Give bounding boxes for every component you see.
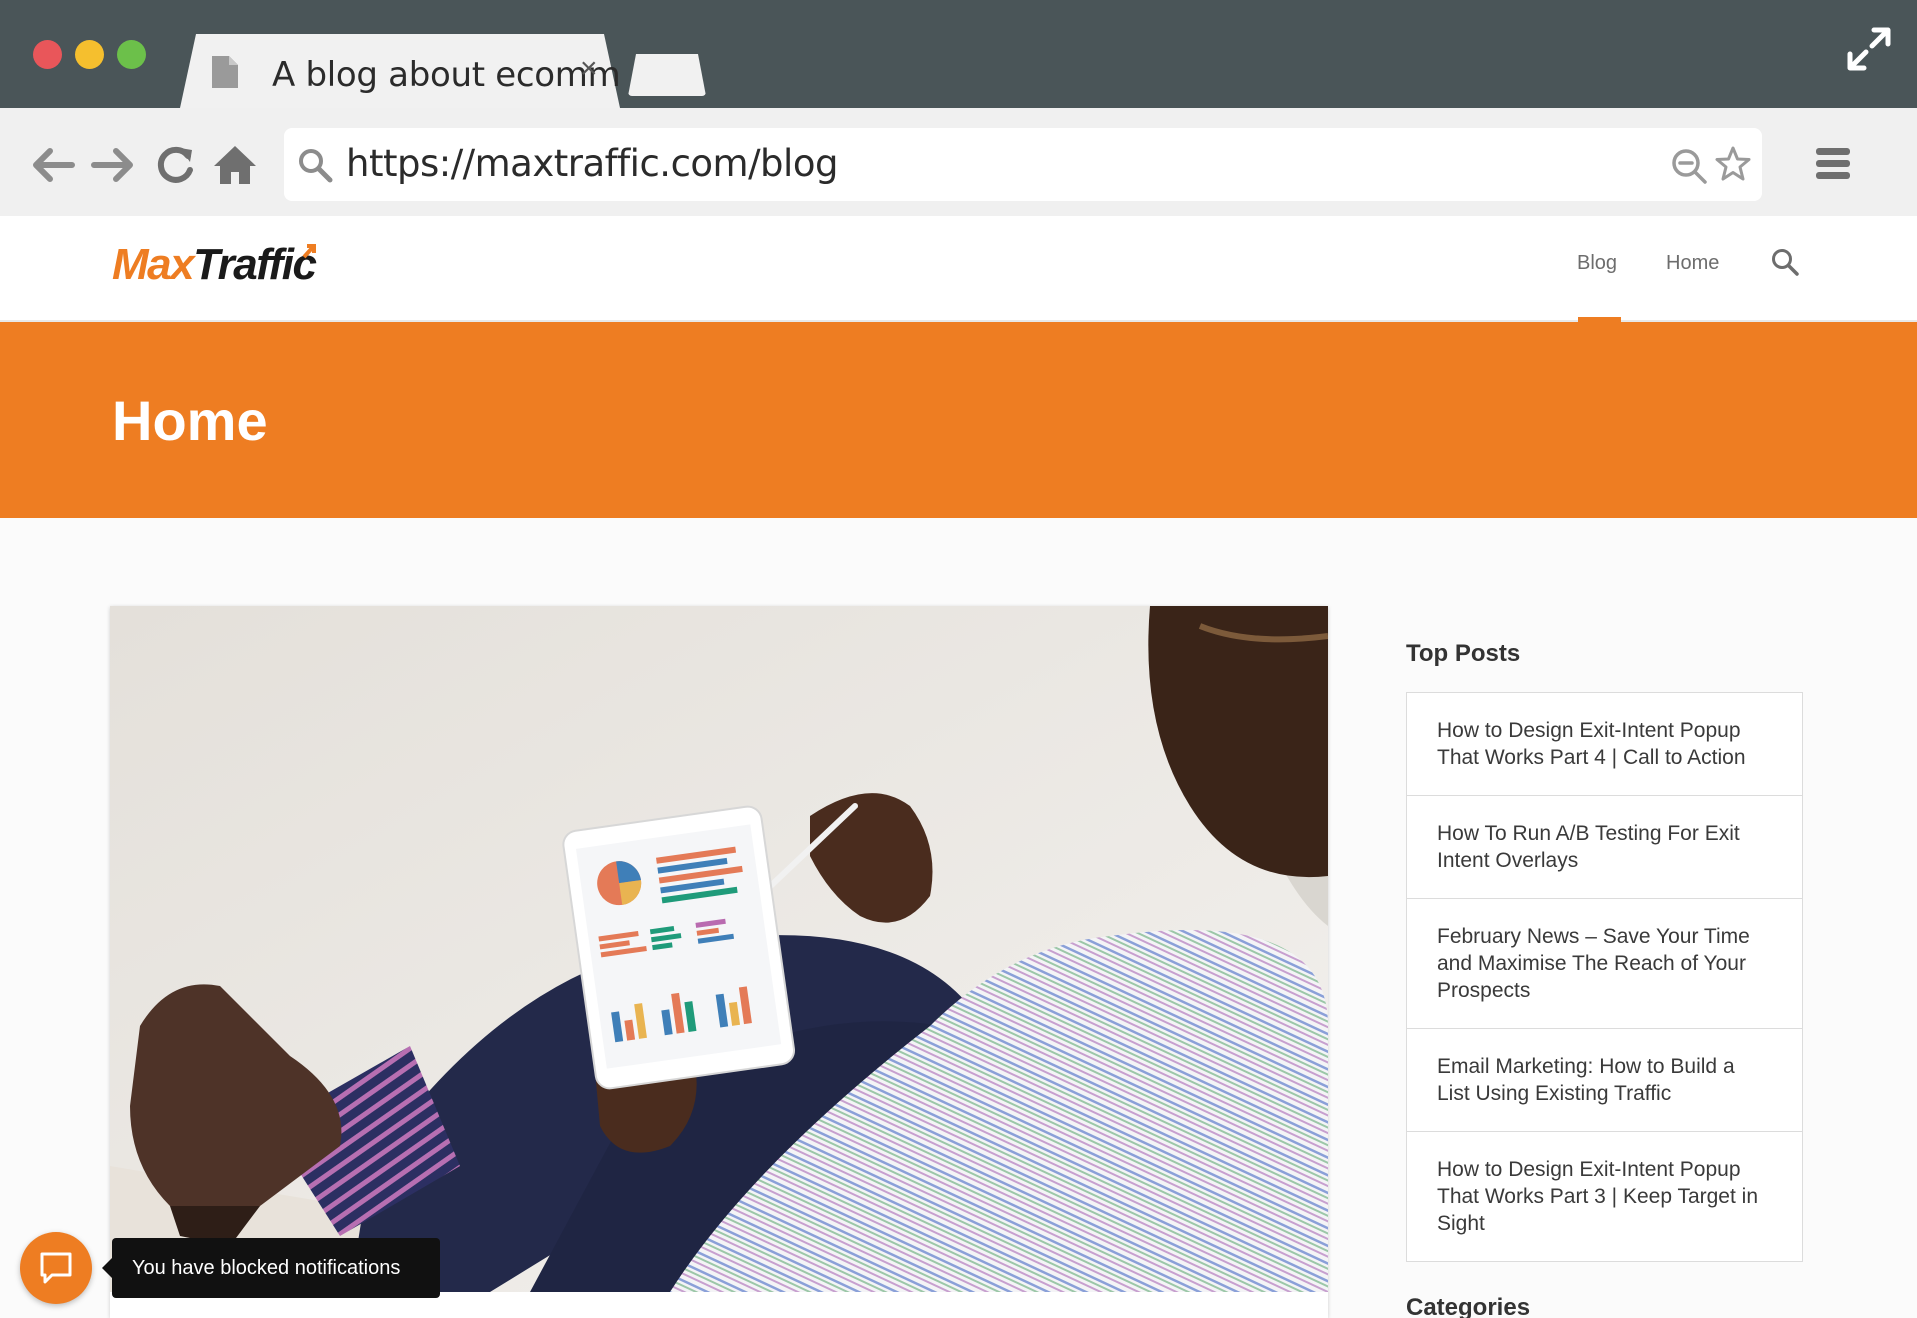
top-post-link[interactable]: Email Marketing: How to Build a List Usi… xyxy=(1407,1029,1802,1132)
categories-heading: Categories xyxy=(1406,1294,1531,1318)
tab-title: A blog about ecomm xyxy=(272,55,621,95)
site-logo[interactable]: MaxTraffic xyxy=(112,240,317,290)
logo-max-text: Max xyxy=(112,240,195,289)
document-icon xyxy=(212,56,238,88)
logo-arrow-icon xyxy=(302,244,316,259)
top-post-link[interactable]: How to Design Exit-Intent Popup That Wor… xyxy=(1407,1132,1802,1261)
top-post-link[interactable]: February News – Save Your Time and Maxim… xyxy=(1407,899,1802,1029)
star-icon[interactable] xyxy=(1714,145,1752,183)
nav-blog-link[interactable]: Blog xyxy=(1577,252,1617,275)
new-tab-button[interactable] xyxy=(628,54,706,96)
notification-tooltip-text: You have blocked notifications xyxy=(132,1257,401,1279)
nav-home-link[interactable]: Home xyxy=(1666,252,1719,275)
featured-post-card[interactable] xyxy=(110,606,1328,1318)
home-icon[interactable] xyxy=(210,140,260,190)
tab-close-icon[interactable]: × xyxy=(580,54,598,84)
window-close-button[interactable] xyxy=(33,40,62,69)
featured-post-image[interactable] xyxy=(110,606,1328,1292)
fullscreen-icon[interactable] xyxy=(1846,26,1892,72)
chat-bubble-icon xyxy=(40,1252,72,1284)
arrow-right-icon[interactable] xyxy=(88,140,138,190)
logo-traffic-text: Traffic xyxy=(193,240,317,289)
window-maximize-button[interactable] xyxy=(117,40,146,69)
reload-icon[interactable] xyxy=(150,140,200,190)
hamburger-menu-icon[interactable] xyxy=(1814,144,1852,184)
top-post-link[interactable]: How to Design Exit-Intent Popup That Wor… xyxy=(1407,693,1802,796)
top-post-link[interactable]: How To Run A/B Testing For Exit Intent O… xyxy=(1407,796,1802,899)
search-icon[interactable] xyxy=(1770,247,1800,277)
top-posts-heading: Top Posts xyxy=(1406,640,1521,667)
url-text[interactable]: https://maxtraffic.com/blog xyxy=(346,142,838,185)
page-title: Home xyxy=(112,389,268,452)
arrow-left-icon[interactable] xyxy=(28,140,78,190)
top-posts-list: How to Design Exit-Intent Popup That Wor… xyxy=(1406,692,1803,1262)
window-minimize-button[interactable] xyxy=(75,40,104,69)
hero-banner xyxy=(0,322,1917,518)
zoom-out-icon[interactable] xyxy=(1670,147,1708,185)
search-icon xyxy=(299,149,333,183)
